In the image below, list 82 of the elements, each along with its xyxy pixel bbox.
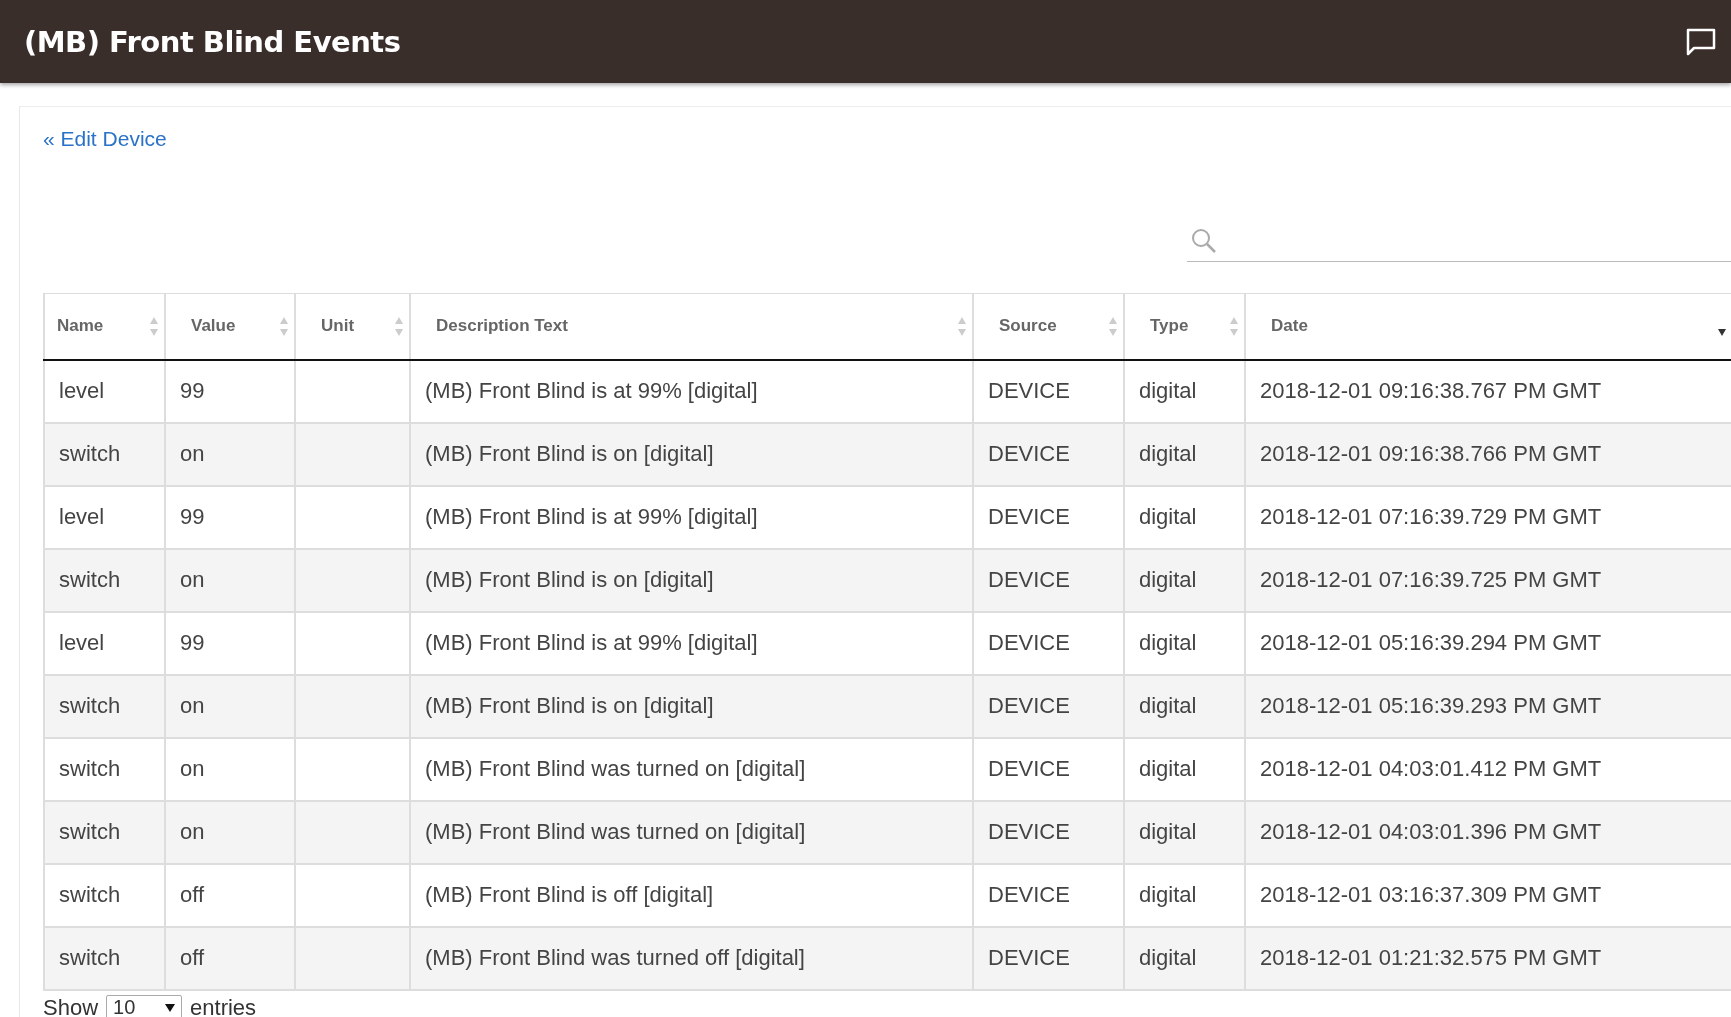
sort-icon <box>395 317 403 336</box>
table-cell: on <box>165 674 295 738</box>
column-header[interactable]: Unit <box>295 293 410 360</box>
table-cell: 2018-12-01 05:16:39.294 PM GMT <box>1245 611 1731 675</box>
table-cell: switch <box>44 737 165 801</box>
page-title: (MB) Front Blind Events <box>24 24 401 59</box>
table-cell: (MB) Front Blind was turned off [digital] <box>410 926 973 990</box>
table-cell: digital <box>1124 548 1245 612</box>
table-cell: 2018-12-01 07:16:39.729 PM GMT <box>1245 485 1731 549</box>
table-cell: 2018-12-01 01:21:32.575 PM GMT <box>1245 926 1731 990</box>
search-icon <box>1191 228 1217 254</box>
table-cell: level <box>44 611 165 675</box>
column-header[interactable]: Name <box>44 293 165 360</box>
table-cell: on <box>165 800 295 864</box>
table-cell: (MB) Front Blind is on [digital] <box>410 548 973 612</box>
table-cell: (MB) Front Blind is at 99% [digital] <box>410 611 973 675</box>
table-cell: off <box>165 926 295 990</box>
table-cell: (MB) Front Blind is on [digital] <box>410 422 973 486</box>
table-cell: 99 <box>165 611 295 675</box>
column-header[interactable]: Value <box>165 293 295 360</box>
entries-label: entries <box>190 994 257 1017</box>
sort-icon <box>1109 317 1117 336</box>
table-cell: DEVICE <box>973 674 1124 738</box>
chat-icon[interactable] <box>1685 26 1717 57</box>
table-cell: digital <box>1124 611 1245 675</box>
sort-icon <box>1718 329 1726 336</box>
table-cell: switch <box>44 548 165 612</box>
table-cell: 2018-12-01 09:16:38.767 PM GMT <box>1245 359 1731 423</box>
table-cell: digital <box>1124 863 1245 927</box>
table-cell: level <box>44 359 165 423</box>
table-cell: digital <box>1124 485 1245 549</box>
table-cell: 99 <box>165 359 295 423</box>
table-cell: digital <box>1124 926 1245 990</box>
sort-icon <box>280 317 288 336</box>
table-cell: on <box>165 548 295 612</box>
table-cell: (MB) Front Blind is on [digital] <box>410 674 973 738</box>
table-cell: level <box>44 485 165 549</box>
column-header[interactable]: Date <box>1245 293 1731 360</box>
table-cell: DEVICE <box>973 485 1124 549</box>
table-cell: DEVICE <box>973 926 1124 990</box>
table-cell: digital <box>1124 674 1245 738</box>
sort-icon <box>958 317 966 336</box>
table-cell: DEVICE <box>973 548 1124 612</box>
table-cell: DEVICE <box>973 737 1124 801</box>
table-cell: switch <box>44 674 165 738</box>
table-cell: switch <box>44 800 165 864</box>
sort-icon <box>150 317 158 336</box>
table-cell: digital <box>1124 422 1245 486</box>
table-cell: digital <box>1124 359 1245 423</box>
table-cell: 99 <box>165 485 295 549</box>
table-cell: switch <box>44 863 165 927</box>
table-cell: 2018-12-01 04:03:01.396 PM GMT <box>1245 800 1731 864</box>
table-cell: DEVICE <box>973 611 1124 675</box>
table-cell: DEVICE <box>973 863 1124 927</box>
table-cell: switch <box>44 422 165 486</box>
page-length-select[interactable]: 10 <box>106 994 183 1017</box>
table-cell: DEVICE <box>973 800 1124 864</box>
table-cell: DEVICE <box>973 359 1124 423</box>
table-cell: (MB) Front Blind is at 99% [digital] <box>410 485 973 549</box>
table-cell: (MB) Front Blind was turned on [digital] <box>410 737 973 801</box>
table-cell: 2018-12-01 03:16:37.309 PM GMT <box>1245 863 1731 927</box>
table-cell: on <box>165 737 295 801</box>
table-cell: switch <box>44 926 165 990</box>
caret-icon <box>165 1003 176 1012</box>
show-label: Show <box>43 994 99 1017</box>
table-cell: 2018-12-01 04:03:01.412 PM GMT <box>1245 737 1731 801</box>
table-cell: (MB) Front Blind is off [digital] <box>410 863 973 927</box>
table-cell: digital <box>1124 737 1245 801</box>
table-cell: digital <box>1124 800 1245 864</box>
column-header[interactable]: Type <box>1124 293 1245 360</box>
column-header[interactable]: Source <box>973 293 1124 360</box>
table-cell: 2018-12-01 05:16:39.293 PM GMT <box>1245 674 1731 738</box>
table-cell: (MB) Front Blind is at 99% [digital] <box>410 359 973 423</box>
table-cell: DEVICE <box>973 422 1124 486</box>
edit-device-link[interactable]: « Edit Device <box>43 127 167 150</box>
table-cell: 2018-12-01 07:16:39.725 PM GMT <box>1245 548 1731 612</box>
column-header[interactable]: Description Text <box>410 293 973 360</box>
sort-icon <box>1230 317 1238 336</box>
table-cell: 2018-12-01 09:16:38.766 PM GMT <box>1245 422 1731 486</box>
table-cell: (MB) Front Blind was turned on [digital] <box>410 800 973 864</box>
table-cell: on <box>165 422 295 486</box>
table-cell: off <box>165 863 295 927</box>
